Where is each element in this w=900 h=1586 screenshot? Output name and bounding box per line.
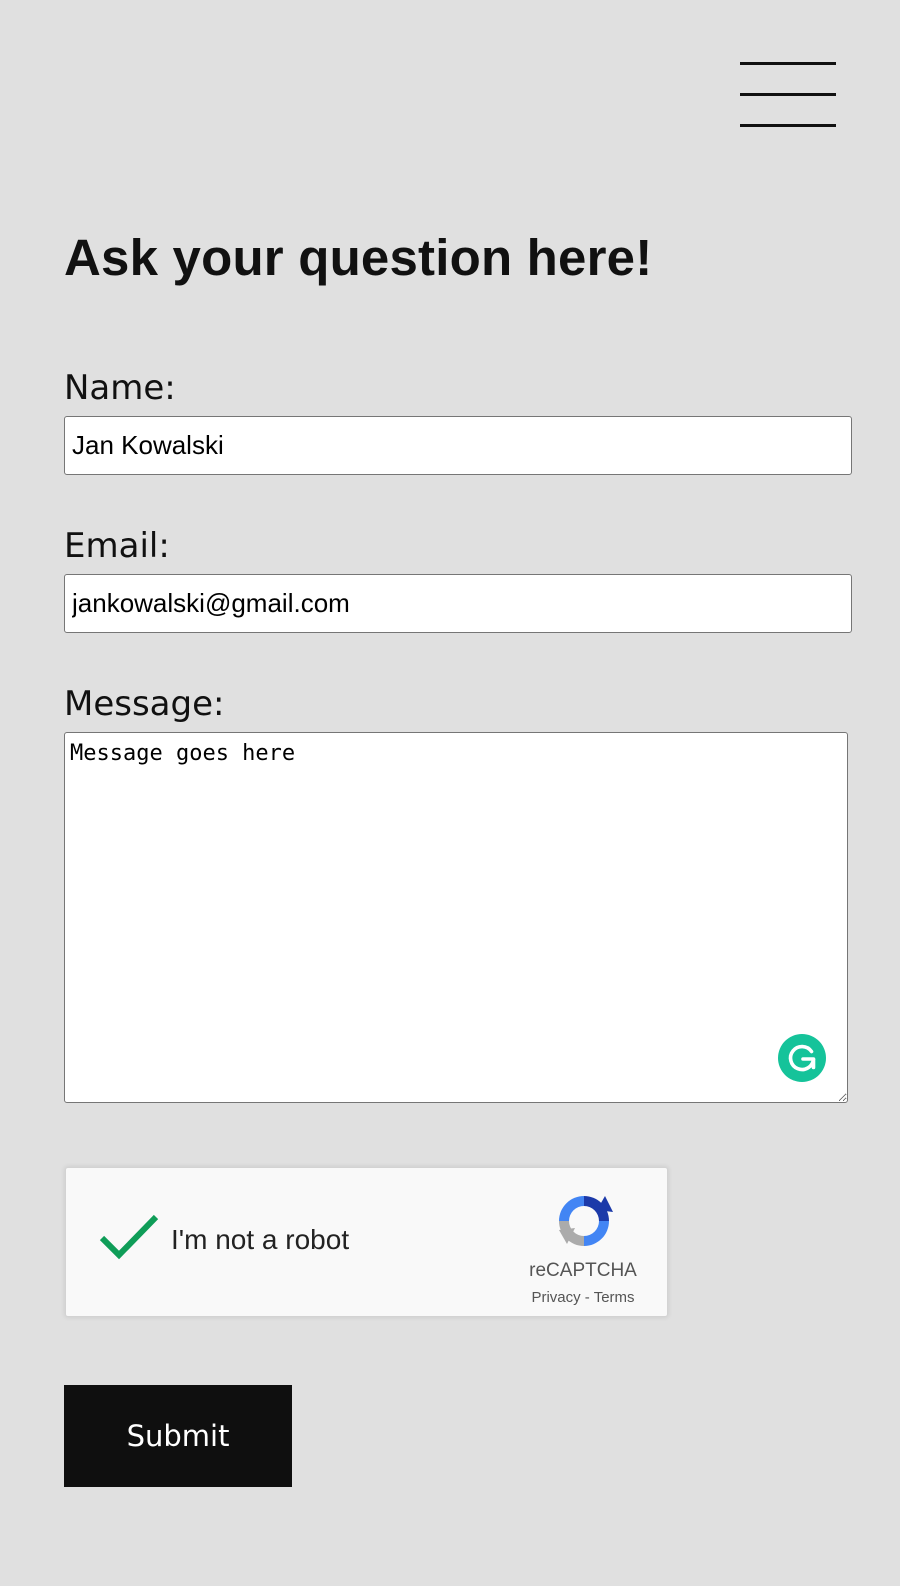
recaptcha-widget: I'm not a robot reCAPTCHA Privacy - Term… [65,1167,668,1317]
menu-line [740,62,836,65]
page-title: Ask your question here! [64,229,653,286]
message-label: Message: [64,684,225,724]
recaptcha-terms-link[interactable]: Terms [594,1289,635,1306]
recaptcha-links: Privacy - Terms [506,1289,660,1306]
message-textarea[interactable]: Message goes here [64,732,848,1103]
name-input[interactable] [64,416,852,475]
grammarly-icon[interactable] [778,1034,826,1082]
recaptcha-label: I'm not a robot [171,1224,350,1255]
grammarly-g-glyph [788,1044,816,1072]
recaptcha-checkbox[interactable] [98,1212,160,1262]
name-label: Name: [64,368,176,408]
recaptcha-logo-icon [553,1190,615,1252]
checkmark-icon [99,1214,159,1260]
hamburger-menu-icon[interactable] [740,62,836,128]
email-label: Email: [64,526,170,566]
recaptcha-privacy-link[interactable]: Privacy [531,1289,580,1306]
submit-button[interactable]: Submit [64,1385,292,1487]
recaptcha-link-separator: - [580,1289,594,1306]
menu-line [740,93,836,96]
email-input[interactable] [64,574,852,633]
menu-line [740,124,836,127]
recaptcha-brand: reCAPTCHA [529,1260,637,1281]
